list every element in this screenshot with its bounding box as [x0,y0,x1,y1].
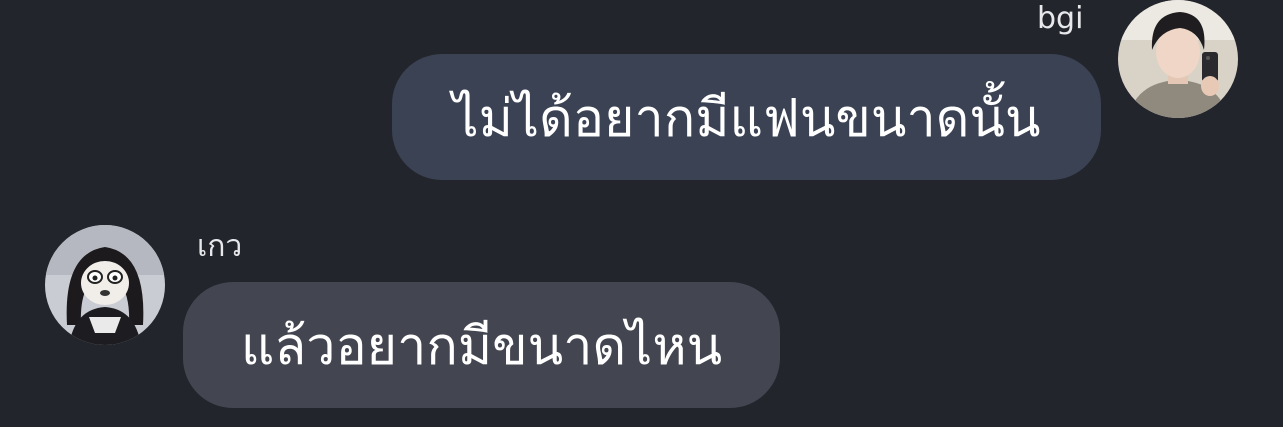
avatar-photo-icon [1118,0,1238,118]
avatar-photo-icon [45,225,165,345]
outgoing-message-text: ไม่ได้อยากมีแฟนขนาดนั้น [452,88,1041,149]
incoming-message-bubble[interactable]: แล้วอยากมีขนาดไหน [183,282,780,408]
user-photo-avatar[interactable] [1118,0,1238,118]
chat-thread: bgi ไม่ได้อยากมีแฟนขนาดนั้น เกว แล้วอยาก… [0,0,1283,427]
user-photo-avatar[interactable] [45,225,165,345]
sender-name-incoming: เกว [197,229,243,264]
sender-name-outgoing: bgi [1037,1,1084,36]
incoming-message-text: แล้วอยากมีขนาดไหน [240,316,723,377]
outgoing-message-bubble[interactable]: ไม่ได้อยากมีแฟนขนาดนั้น [392,54,1101,180]
